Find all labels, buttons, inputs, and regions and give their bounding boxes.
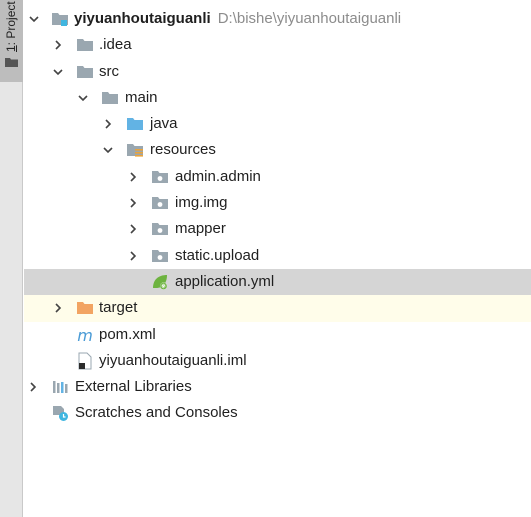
project-tool-window-tab[interactable]: 1: Project [0, 0, 23, 82]
project-name: yiyuanhoutaiguanli [74, 10, 211, 27]
maven-icon: m [77, 326, 93, 344]
chevron-down-icon[interactable] [27, 12, 41, 26]
tree-item-label: Scratches and Consoles [75, 404, 238, 422]
chevron-down-icon[interactable] [51, 65, 65, 79]
project-tab-label: : Project [4, 1, 18, 46]
source-folder-icon [127, 118, 143, 131]
tree-item-label: yiyuanhoutaiguanli.iml [99, 351, 247, 369]
tree-item-label: resources [150, 141, 216, 159]
tree-item-mapper[interactable]: mapper [24, 216, 531, 242]
chevron-right-icon[interactable] [126, 170, 140, 184]
chevron-right-icon[interactable] [126, 222, 140, 236]
tree-item-label: target [99, 299, 138, 317]
tree-item-label: pom.xml [99, 325, 156, 343]
package-folder-icon [152, 223, 168, 236]
tree-item-label: admin.admin [175, 167, 261, 185]
folder-icon [102, 91, 118, 104]
tree-item-label: External Libraries [75, 378, 192, 396]
project-tab-number: 1 [4, 45, 18, 52]
chevron-right-icon[interactable] [126, 249, 140, 263]
tree-item-label: img.img [175, 194, 228, 212]
tree-item-target[interactable]: target [24, 295, 531, 322]
chevron-right-icon[interactable] [26, 380, 40, 394]
chevron-right-icon[interactable] [101, 117, 115, 131]
package-folder-icon [152, 249, 168, 262]
spring-leaf-icon: @ [153, 274, 168, 290]
package-folder-icon [152, 170, 168, 183]
tree-item-label: application.yml [175, 272, 275, 290]
tree-item-admin[interactable]: admin.admin [24, 164, 531, 190]
tree-item-label: static.upload [175, 246, 260, 264]
tree-item-pom[interactable]: m pom.xml [24, 322, 531, 348]
tool-window-strip: 1: Project [0, 0, 23, 517]
tree-item-static-upload[interactable]: static.upload [24, 243, 531, 269]
module-folder-icon [52, 13, 68, 26]
chevron-right-icon[interactable] [51, 301, 65, 315]
tree-item-idea[interactable]: .idea [24, 32, 531, 58]
package-folder-icon [152, 197, 168, 210]
project-tree[interactable]: yiyuanhoutaiguanli D:\bishe\yiyuanhoutaig… [24, 6, 531, 427]
tree-item-application-yml[interactable]: @ application.yml [24, 268, 531, 296]
scratches-icon [53, 406, 68, 422]
folder-icon [77, 39, 93, 52]
folder-icon [77, 65, 93, 78]
tree-item-main[interactable]: main [24, 85, 531, 111]
tree-item-label: src [99, 62, 119, 80]
tree-item-external-libraries[interactable]: External Libraries [24, 374, 531, 400]
svg-text:m: m [77, 326, 93, 344]
tree-item-java[interactable]: java [24, 111, 531, 137]
svg-text:@: @ [161, 284, 166, 290]
chevron-right-icon[interactable] [126, 196, 140, 210]
tree-item-label: java [150, 115, 178, 133]
tree-item-resources[interactable]: resources [24, 137, 531, 163]
module-file-icon [78, 352, 92, 370]
tree-item-src[interactable]: src [24, 59, 531, 85]
tree-item-img[interactable]: img.img [24, 190, 531, 216]
tree-item-label: mapper [175, 220, 226, 238]
resources-folder-icon [127, 144, 143, 158]
excluded-folder-icon [77, 302, 93, 315]
project-path: D:\bishe\yiyuanhoutaiguanli [217, 10, 402, 27]
tree-item-iml[interactable]: yiyuanhoutaiguanli.iml [24, 348, 531, 374]
tree-item-label: main [125, 88, 158, 106]
chevron-down-icon[interactable] [76, 91, 90, 105]
folder-icon [5, 58, 18, 67]
tree-item-scratches[interactable]: Scratches and Consoles [24, 400, 531, 426]
chevron-down-icon[interactable] [101, 143, 115, 157]
tree-item-label: idea [103, 36, 132, 54]
chevron-right-icon[interactable] [51, 38, 65, 52]
tree-item-root[interactable]: yiyuanhoutaiguanli D:\bishe\yiyuanhoutaig… [24, 6, 531, 32]
libraries-icon [53, 381, 68, 394]
